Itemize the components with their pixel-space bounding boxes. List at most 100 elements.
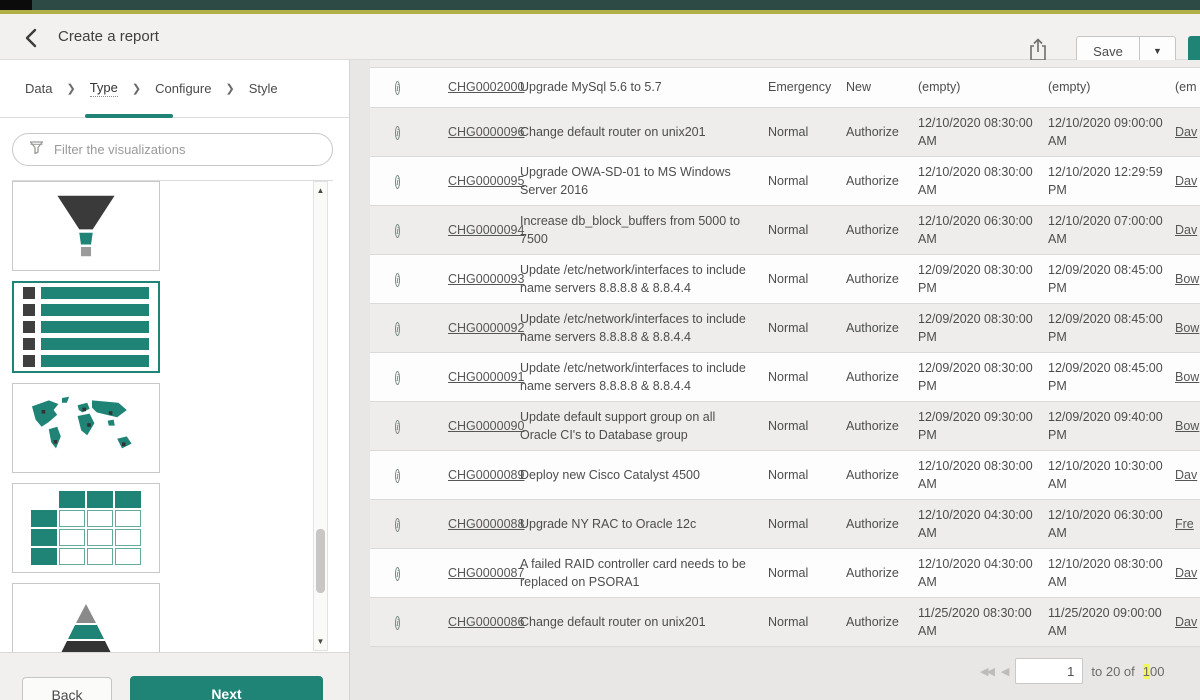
info-circle-icon[interactable]: i [395,371,400,385]
breadcrumb-step-type[interactable]: Type [90,80,118,97]
table-row[interactable]: i CHG0000088 Upgrade NY RAC to Oracle 12… [370,500,1200,549]
assignee-link[interactable]: Fre [1175,517,1194,531]
active-step-indicator [85,114,173,118]
previous-page-icon[interactable]: ◀ [1001,665,1007,678]
sidebar-scrollbar[interactable]: ▲ ▼ [313,181,328,651]
assignee-link: (em [1175,80,1197,94]
table-row[interactable]: i CHG0000090 Update default support grou… [370,402,1200,451]
breadcrumb-chevron-icon: ❯ [132,82,141,95]
breadcrumb-step-data[interactable]: Data [25,81,52,96]
assignee-link[interactable]: Bow [1175,272,1199,286]
assignee-link[interactable]: Dav [1175,125,1197,139]
change-number-link[interactable]: CHG0000088 [448,517,524,531]
scroll-up-icon[interactable]: ▲ [314,186,327,195]
change-number-link[interactable]: CHG0000096 [448,125,524,139]
end-date-cell: (empty) [1048,78,1175,96]
scrollbar-thumb[interactable] [316,529,325,593]
info-circle-icon[interactable]: i [395,81,400,95]
end-date-cell: 12/09/2020 08:45:00 PM [1048,359,1175,395]
breadcrumb-step-style[interactable]: Style [249,81,278,96]
start-date-cell: 11/25/2020 08:30:00 AM [918,604,1048,640]
priority-cell: Normal [768,613,846,631]
info-circle-icon[interactable]: i [395,616,400,630]
viz-thumb-map[interactable] [12,383,160,473]
assignee-link[interactable]: Dav [1175,174,1197,188]
start-date-cell: 12/09/2020 08:30:00 PM [918,310,1048,346]
assignee-link[interactable]: Bow [1175,419,1199,433]
priority-cell: Normal [768,172,846,190]
info-circle-icon[interactable]: i [395,518,400,532]
table-row[interactable]: i CHG0000086 Change default router on un… [370,598,1200,647]
short-description-cell: Upgrade OWA-SD-01 to MS Windows Server 2… [520,163,768,199]
priority-cell: Emergency [768,78,846,96]
back-button[interactable]: Back [22,677,112,700]
scroll-down-icon[interactable]: ▼ [314,637,327,646]
back-chevron-icon[interactable] [20,26,44,50]
world-map-icon [26,394,146,462]
assignee-link[interactable]: Dav [1175,223,1197,237]
pagination-range-label: to 20 of [1091,664,1134,679]
change-number-link[interactable]: CHG0000092 [448,321,524,335]
assignee-link[interactable]: Dav [1175,566,1197,580]
end-date-cell: 12/10/2020 09:00:00 AM [1048,114,1175,150]
table-row[interactable]: i CHG0000089 Deploy new Cisco Catalyst 4… [370,451,1200,500]
info-circle-icon[interactable]: i [395,469,400,483]
change-number-link[interactable]: CHG0000090 [448,419,524,433]
table-row[interactable]: i CHG0000092 Update /etc/network/interfa… [370,304,1200,353]
pagination-total: 100 [1143,664,1165,679]
change-number-link[interactable]: CHG0000094 [448,223,524,237]
state-cell: Authorize [846,466,918,484]
priority-cell: Normal [768,417,846,435]
next-button[interactable]: Next [130,676,323,700]
state-cell: Authorize [846,417,918,435]
table-row[interactable]: i CHG0000087 A failed RAID controller ca… [370,549,1200,598]
change-number-link[interactable]: CHG0000086 [448,615,524,629]
info-circle-icon[interactable]: i [395,322,400,336]
info-circle-icon[interactable]: i [395,420,400,434]
viz-thumb-funnel[interactable] [12,181,160,271]
breadcrumb-step-configure[interactable]: Configure [155,81,211,96]
table-row[interactable]: i CHG0000095 Upgrade OWA-SD-01 to MS Win… [370,157,1200,206]
short-description-cell: Deploy new Cisco Catalyst 4500 [520,466,768,484]
info-circle-icon[interactable]: i [395,567,400,581]
change-number-link[interactable]: CHG0000095 [448,174,524,188]
assignee-link[interactable]: Bow [1175,321,1199,335]
info-circle-icon[interactable]: i [395,175,400,189]
viz-thumb-pyramid[interactable] [12,583,160,652]
info-circle-icon[interactable]: i [395,126,400,140]
first-page-icon[interactable]: ◀◀ [980,665,993,678]
priority-cell: Normal [768,564,846,582]
assignee-link[interactable]: Dav [1175,468,1197,482]
table-row[interactable]: i CHG0000093 Update /etc/network/interfa… [370,255,1200,304]
assignee-link[interactable]: Bow [1175,370,1199,384]
end-date-cell: 12/09/2020 08:45:00 PM [1048,310,1175,346]
start-date-cell: 12/10/2020 04:30:00 AM [918,506,1048,542]
table-pagination: ◀◀ ◀ to 20 of 100 [980,656,1200,686]
viz-thumb-heatmap[interactable] [12,483,160,573]
short-description-cell: Increase db_block_buffers from 5000 to 7… [520,212,768,248]
change-number-link[interactable]: CHG0000089 [448,468,524,482]
visualization-filter [12,133,333,166]
change-number-link[interactable]: CHG0000087 [448,566,524,580]
table-row[interactable]: i CHG0000094 Increase db_block_buffers f… [370,206,1200,255]
visualization-filter-input[interactable] [54,142,304,157]
start-date-cell: 12/10/2020 04:30:00 AM [918,555,1048,591]
info-circle-icon[interactable]: i [395,273,400,287]
breadcrumb-chevron-icon: ❯ [66,82,75,95]
table-row[interactable]: i CHG0000091 Update /etc/network/interfa… [370,353,1200,402]
info-circle-icon[interactable]: i [395,224,400,238]
viz-thumb-list[interactable] [12,281,160,373]
short-description-cell: Upgrade NY RAC to Oracle 12c [520,515,768,533]
assignee-link[interactable]: Dav [1175,615,1197,629]
change-number-link[interactable]: CHG0000091 [448,370,524,384]
heatmap-chart-icon [31,491,141,565]
change-number-link[interactable]: CHG0002000 [448,80,524,94]
state-cell: Authorize [846,123,918,141]
report-type-sidebar: Data ❯ Type ❯ Configure ❯ Style [0,60,350,700]
short-description-cell: Upgrade MySql 5.6 to 5.7 [520,78,768,96]
visualization-list [12,181,304,652]
change-number-link[interactable]: CHG0000093 [448,272,524,286]
page-number-input[interactable] [1015,658,1083,684]
table-row[interactable]: i CHG0000096 Change default router on un… [370,108,1200,157]
table-row[interactable]: i CHG0002000 Upgrade MySql 5.6 to 5.7 Em… [370,68,1200,108]
